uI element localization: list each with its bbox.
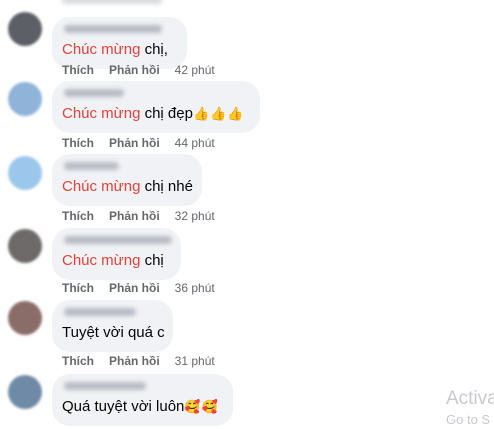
comment-time[interactable]: 44 phút — [175, 136, 215, 150]
comment-text-rest: chị nhé — [140, 178, 193, 195]
like-button[interactable]: Thích — [62, 63, 94, 77]
highlighted-text: Chúc mừng — [62, 41, 141, 58]
comment-bubble: Chúc mừng chị đẹp👍👍👍 — [52, 81, 260, 133]
comment-time[interactable]: 32 phút — [175, 209, 215, 223]
comment-actions: Thích Phản hồi 36 phút — [62, 281, 215, 295]
author-name-blurred[interactable] — [64, 25, 162, 33]
blurred-text — [62, 0, 162, 4]
comment-bubble: Chúc mừng chị — [52, 228, 181, 280]
reply-button[interactable]: Phản hồi — [109, 281, 160, 295]
comment-time[interactable]: 36 phút — [175, 281, 215, 295]
comment-actions: Thích Phản hồi 42 phút — [62, 63, 215, 77]
comment-text: Chúc mừng chị đẹp👍👍👍 — [62, 105, 245, 123]
comment-text-rest: Tuyệt vời quá c — [62, 324, 165, 341]
avatar[interactable] — [8, 156, 42, 190]
like-button[interactable]: Thích — [62, 354, 94, 368]
avatar[interactable] — [8, 82, 42, 116]
comment-text: Quá tuyệt vời luôn🥰🥰 — [62, 398, 219, 416]
author-name-blurred[interactable] — [64, 162, 119, 170]
comment-text-rest: chị — [140, 252, 164, 269]
like-button[interactable]: Thích — [62, 209, 94, 223]
comment-bubble: Chúc mừng chị nhé — [52, 154, 202, 206]
reply-button[interactable]: Phản hồi — [109, 63, 160, 77]
thumbs-up-emoji: 👍👍👍 — [192, 106, 245, 121]
comment-text-rest: chị, — [140, 41, 168, 58]
avatar[interactable] — [8, 301, 42, 335]
comment-time[interactable]: 42 phút — [175, 63, 215, 77]
comment-bubble: Quá tuyệt vời luôn🥰🥰 — [52, 374, 233, 426]
author-name-blurred[interactable] — [64, 236, 172, 244]
previous-comment-actions — [0, 0, 300, 6]
highlighted-text: Chúc mừng — [62, 178, 141, 195]
author-name-blurred[interactable] — [64, 89, 124, 97]
comment-actions: Thích Phản hồi 32 phút — [62, 209, 215, 223]
watermark-subtitle: Go to S — [446, 412, 491, 427]
like-button[interactable]: Thích — [62, 281, 94, 295]
comment-text-rest: Quá tuyệt vời luôn — [62, 398, 185, 415]
like-button[interactable]: Thích — [62, 136, 94, 150]
avatar[interactable] — [8, 12, 42, 46]
smiling-face-hearts-emoji: 🥰🥰 — [184, 399, 219, 414]
reply-button[interactable]: Phản hồi — [109, 136, 160, 150]
comment-bubble: Tuyệt vời quá c — [52, 300, 173, 352]
comment-bubble: Chúc mừng chị, — [52, 17, 187, 69]
comment-text: Chúc mừng chị, — [62, 41, 168, 59]
comment-text: Chúc mừng chị nhé — [62, 178, 193, 196]
avatar[interactable] — [8, 375, 42, 409]
watermark-title: Activa — [446, 388, 494, 409]
avatar[interactable] — [8, 229, 42, 263]
highlighted-text: Chúc mừng — [62, 252, 141, 269]
activation-watermark: Activa Go to S — [446, 388, 494, 428]
comment-text-rest: chị đẹp — [140, 105, 193, 122]
comment-actions: Thích Phản hồi 44 phút — [62, 136, 215, 150]
comment-time[interactable]: 31 phút — [175, 354, 215, 368]
comment-actions: Thích Phản hồi 31 phút — [62, 354, 215, 368]
reply-button[interactable]: Phản hồi — [109, 209, 160, 223]
author-name-blurred[interactable] — [64, 382, 146, 390]
comment-text: Tuyệt vời quá c — [62, 324, 165, 342]
comment-text: Chúc mừng chị — [62, 252, 164, 270]
author-name-blurred[interactable] — [64, 308, 136, 316]
reply-button[interactable]: Phản hồi — [109, 354, 160, 368]
highlighted-text: Chúc mừng — [62, 105, 141, 122]
